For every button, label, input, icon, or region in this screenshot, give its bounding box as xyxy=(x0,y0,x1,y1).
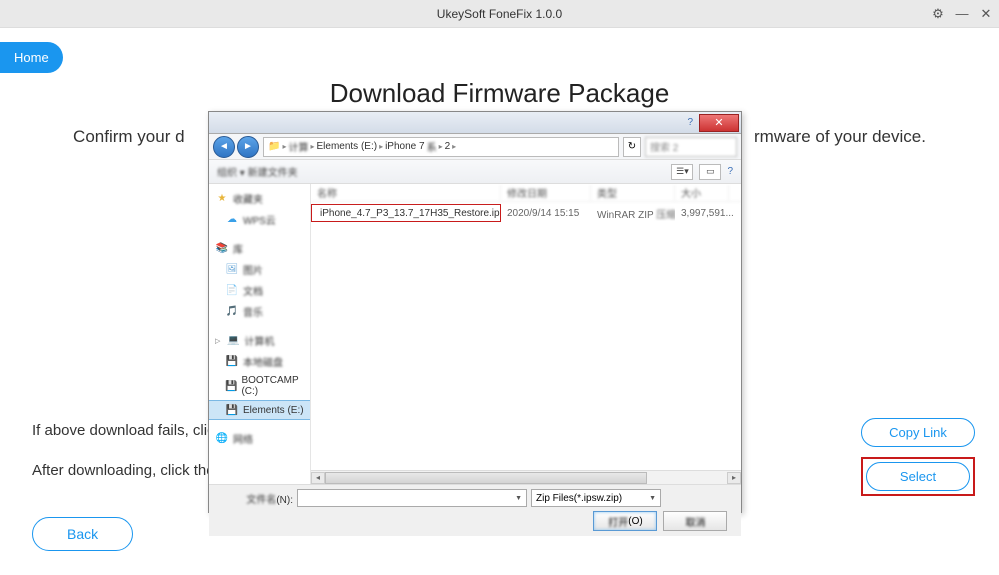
home-label: Home xyxy=(14,50,49,65)
home-tab[interactable]: Home xyxy=(0,42,63,73)
search-input[interactable]: 搜索 2 xyxy=(645,137,737,157)
copy-link-button[interactable]: Copy Link xyxy=(861,418,975,447)
col-type[interactable]: 类型 xyxy=(591,185,675,200)
sidebar-item[interactable]: 🖼图片 xyxy=(209,259,310,280)
breadcrumb[interactable]: 📁 ▸ 计算 ▸ Elements (E:) ▸ iPhone 7 系 ▸ 2 … xyxy=(263,137,619,157)
sidebar-item[interactable]: 💾BOOTCAMP (C:) xyxy=(209,372,310,400)
file-type: WinRAR ZIP 压缩 xyxy=(591,206,675,221)
help-icon[interactable]: ? xyxy=(681,117,699,128)
scroll-left-icon[interactable]: ◂ xyxy=(311,472,325,484)
dialog-addressbar: ◄ ► 📁 ▸ 计算 ▸ Elements (E:) ▸ iPhone 7 系 … xyxy=(209,134,741,160)
breadcrumb-item[interactable]: iPhone 7 xyxy=(385,141,424,152)
dialog-bottom-panel: 文件名(N): ▼ Zip Files(*.ipsw.zip) ▼ 打开(O) … xyxy=(209,484,741,536)
dialog-toolbar: 组织 ▾ 新建文件夹 ☰▾ ▭ ? xyxy=(209,160,741,184)
help-icon[interactable]: ? xyxy=(727,166,733,177)
col-name[interactable]: 名称 xyxy=(311,185,501,200)
sidebar-item[interactable]: 📄文档 xyxy=(209,280,310,301)
close-icon[interactable]: ✕ xyxy=(979,7,993,21)
sidebar-item[interactable]: ▷💻计算机 xyxy=(209,330,310,351)
breadcrumb-item[interactable]: 2 xyxy=(445,141,451,152)
sidebar-item[interactable]: ★收藏夹 xyxy=(209,188,310,209)
preview-icon[interactable]: ▭ xyxy=(699,164,721,180)
scroll-right-icon[interactable]: ▸ xyxy=(727,472,741,484)
fail-text: If above download fails, clic xyxy=(32,422,215,439)
file-date: 2020/9/14 15:15 xyxy=(501,208,591,219)
filetype-combo[interactable]: Zip Files(*.ipsw.zip) ▼ xyxy=(531,489,661,507)
breadcrumb-item[interactable]: Elements (E:) xyxy=(316,141,377,152)
dialog-body: ★收藏夹☁WPS云 📚库🖼图片📄文档🎵音乐 ▷💻计算机💾本地磁盘💾BOOTCAMP … xyxy=(209,184,741,484)
horizontal-scrollbar[interactable]: ◂ ▸ xyxy=(311,470,741,484)
open-button[interactable]: 打开(O) xyxy=(593,511,657,531)
sidebar-item[interactable]: 🎵音乐 xyxy=(209,301,310,322)
sidebar-item[interactable]: 📚库 xyxy=(209,238,310,259)
dialog-close-button[interactable]: ✕ xyxy=(699,114,739,132)
select-highlight-frame: Select xyxy=(861,457,975,496)
scroll-thumb[interactable] xyxy=(325,472,647,484)
col-size[interactable]: 大小 xyxy=(675,185,729,200)
sidebar-item[interactable]: 💾Elements (E:) xyxy=(209,400,310,420)
side-buttons: Copy Link Select xyxy=(861,418,975,496)
file-header: 名称 修改日期 类型 大小 xyxy=(311,184,741,202)
dialog-titlebar[interactable]: ? ✕ xyxy=(209,112,741,134)
view-icon[interactable]: ☰▾ xyxy=(671,164,693,180)
sidebar-item[interactable]: 💾本地磁盘 xyxy=(209,351,310,372)
settings-icon[interactable]: ⚙ xyxy=(931,7,945,21)
dialog-sidebar: ★收藏夹☁WPS云 📚库🖼图片📄文档🎵音乐 ▷💻计算机💾本地磁盘💾BOOTCAMP … xyxy=(209,184,311,484)
folder-icon: 📁 xyxy=(268,141,280,152)
file-open-dialog: ? ✕ ◄ ► 📁 ▸ 计算 ▸ Elements (E:) ▸ iPhone … xyxy=(208,111,742,513)
nav-back-icon[interactable]: ◄ xyxy=(213,136,235,158)
filename-label: 文件名(N): xyxy=(217,491,293,506)
cancel-button[interactable]: 取消 xyxy=(663,511,727,531)
toolbar-organize[interactable]: 组织 ▾ 新建文件夹 xyxy=(217,164,298,179)
app-title: UkeySoft FoneFix 1.0.0 xyxy=(437,7,562,21)
col-date[interactable]: 修改日期 xyxy=(501,185,591,200)
page-title: Download Firmware Package xyxy=(60,78,939,109)
app-titlebar: UkeySoft FoneFix 1.0.0 ⚙ — ✕ xyxy=(0,0,999,28)
back-button[interactable]: Back xyxy=(32,517,133,551)
sidebar-item[interactable]: 🌐网络 xyxy=(209,428,310,449)
file-row[interactable]: iPhone_4.7_P3_13.7_17H35_Restore.ipsw...… xyxy=(311,202,741,224)
refresh-icon[interactable]: ↻ xyxy=(623,137,641,157)
nav-forward-icon[interactable]: ► xyxy=(237,136,259,158)
file-name: iPhone_4.7_P3_13.7_17H35_Restore.ipsw... xyxy=(320,208,501,219)
file-list: 名称 修改日期 类型 大小 iPhone_4.7_P3_13.7_17H35_R… xyxy=(311,184,741,484)
select-button[interactable]: Select xyxy=(866,462,970,491)
after-text: After downloading, click the xyxy=(32,462,215,479)
sidebar-item[interactable]: ☁WPS云 xyxy=(209,209,310,230)
minimize-icon[interactable]: — xyxy=(955,7,969,21)
filename-input[interactable]: ▼ xyxy=(297,489,527,507)
file-size: 3,997,591... xyxy=(675,208,729,219)
